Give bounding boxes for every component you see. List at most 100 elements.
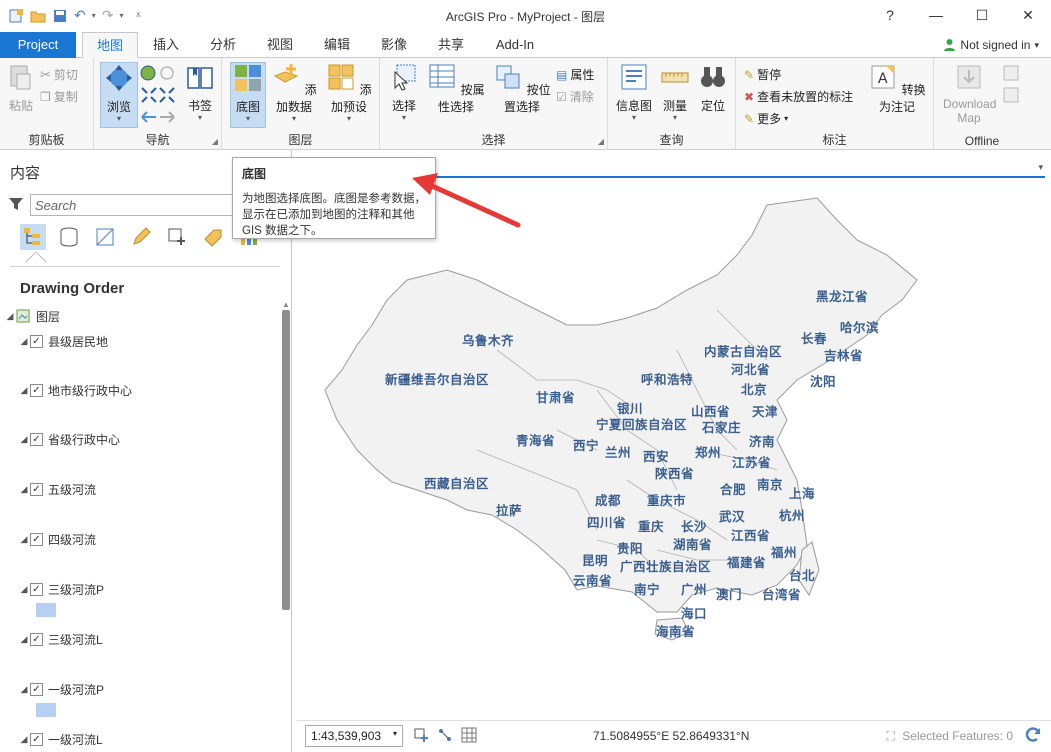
collapse-icon[interactable]: ◢ <box>18 336 30 347</box>
select-by-attributes-icon <box>429 64 455 88</box>
list-by-snapping-icon[interactable] <box>164 224 190 250</box>
tab-edit[interactable]: 编辑 <box>314 32 360 58</box>
sync-offline-icon[interactable] <box>1002 64 1020 82</box>
scroll-up-icon[interactable]: ▲ <box>282 300 290 309</box>
visibility-checkbox[interactable]: ✓ <box>30 732 43 746</box>
tab-imagery[interactable]: 影像 <box>371 32 417 58</box>
zoom-full-extent-icon[interactable] <box>140 64 176 82</box>
layer-row[interactable]: ◢ ✓ 县级居民地 <box>18 331 108 351</box>
remove-offline-icon[interactable] <box>1002 86 1020 104</box>
map-place-label: 沈阳 <box>810 375 837 389</box>
bookmarks-button[interactable]: 书签 ▾ <box>182 62 218 122</box>
layer-label: 省级行政中心 <box>48 432 121 447</box>
collapse-icon[interactable]: ◢ <box>18 385 30 396</box>
tab-share[interactable]: 共享 <box>428 32 474 58</box>
select-button[interactable]: 选择 ▾ <box>384 62 424 122</box>
measure-button[interactable]: 测量 ▾ <box>656 62 694 122</box>
minimize-button[interactable]: — <box>913 0 959 30</box>
paste-button[interactable]: 粘贴 <box>4 62 38 114</box>
map-place-label: 西藏自治区 <box>424 477 490 491</box>
snapping-icon[interactable] <box>413 727 429 743</box>
layer-row[interactable]: ◢ ✓ 地市级行政中心 <box>18 380 132 400</box>
selection-launcher-icon[interactable]: ◢ <box>598 137 604 146</box>
add-preset-button[interactable]: 添加预设 ▾ <box>322 62 376 123</box>
filter-icon[interactable] <box>8 196 24 212</box>
help-button[interactable]: ? <box>867 0 913 30</box>
clipboard-group: 粘贴 ✂ 剪切 ❐ 复制 剪贴板 <box>0 58 94 150</box>
collapse-icon[interactable]: ◢ <box>18 634 30 645</box>
list-by-data-source-icon[interactable] <box>56 224 82 250</box>
tab-view[interactable]: 视图 <box>257 32 303 58</box>
layer-label: 三级河流P <box>48 582 105 597</box>
visibility-checkbox[interactable]: ✓ <box>30 532 43 546</box>
map-node[interactable]: ◢ 图层 <box>4 306 60 326</box>
layer-row[interactable]: ◢ ✓ 五级河流 <box>18 479 96 499</box>
view-unplaced-button[interactable]: ✖ 查看未放置的标注 <box>744 88 853 105</box>
list-by-selection-icon[interactable] <box>92 224 118 250</box>
map-place-label: 昆明 <box>582 554 609 568</box>
previous-next-extent-icon[interactable] <box>140 108 176 126</box>
collapse-icon[interactable]: ◢ <box>18 434 30 445</box>
select-by-location-button[interactable]: 按位置选择 <box>490 62 554 115</box>
add-data-button[interactable]: 添加数据 ▾ <box>268 62 320 123</box>
maximize-button[interactable]: ☐ <box>959 0 1005 30</box>
navigate-launcher-icon[interactable]: ◢ <box>212 137 218 146</box>
layer-row[interactable]: ◢ ✓ 三级河流P <box>18 579 104 599</box>
layer-row[interactable]: ◢ ✓ 一级河流L <box>18 729 103 749</box>
collapse-icon[interactable]: ◢ <box>18 584 30 595</box>
polygon-symbol-swatch[interactable] <box>36 603 56 617</box>
collapse-icon[interactable]: ◢ <box>18 534 30 545</box>
visibility-checkbox[interactable]: ✓ <box>30 432 43 446</box>
tab-map[interactable]: 地图 <box>82 32 138 59</box>
select-by-attributes-button[interactable]: 按属性选择 <box>424 62 488 115</box>
visibility-checkbox[interactable]: ✓ <box>30 582 43 596</box>
list-by-drawing-order-icon[interactable] <box>20 224 46 250</box>
map-view-dropdown-icon[interactable]: ▾ <box>1038 162 1043 173</box>
layer-row[interactable]: ◢ ✓ 一级河流P <box>18 679 104 699</box>
fixed-zoom-icon[interactable] <box>140 86 176 104</box>
visibility-checkbox[interactable]: ✓ <box>30 682 43 696</box>
download-map-button[interactable]: Download Map <box>936 62 1002 125</box>
grid-icon[interactable] <box>461 727 477 743</box>
explore-button[interactable]: 浏览 ▾ <box>100 62 138 128</box>
map-place-label: 西宁 <box>573 439 600 453</box>
convert-to-annotation-button[interactable]: A 转换为注记 <box>864 62 930 115</box>
clear-button[interactable]: ☑ 清除 <box>556 88 594 105</box>
attributes-button[interactable]: ▤ 属性 <box>556 66 594 83</box>
layer-row[interactable]: ◢ ✓ 三级河流L <box>18 629 103 649</box>
list-by-labeling-icon[interactable] <box>200 224 226 250</box>
visibility-checkbox[interactable]: ✓ <box>30 632 43 646</box>
map-place-label: 武汉 <box>719 510 746 524</box>
close-button[interactable]: ✕ <box>1005 0 1051 30</box>
tab-insert[interactable]: 插入 <box>143 32 189 58</box>
visibility-checkbox[interactable]: ✓ <box>30 482 43 496</box>
layer-row[interactable]: ◢ ✓ 四级河流 <box>18 529 96 549</box>
layer-row[interactable]: ◢ ✓ 省级行政中心 <box>18 429 120 449</box>
basemap-button[interactable]: 底图 ▾ <box>230 62 266 128</box>
cut-button[interactable]: ✂ 剪切 <box>40 66 78 83</box>
tab-analysis[interactable]: 分析 <box>200 32 246 58</box>
copy-button[interactable]: ❐ 复制 <box>40 88 78 105</box>
visibility-checkbox[interactable]: ✓ <box>30 334 43 348</box>
selected-features-count[interactable]: ⛶ Selected Features: 0 <box>887 729 1013 744</box>
collapse-icon[interactable]: ◢ <box>18 734 30 745</box>
polygon-symbol-swatch[interactable] <box>36 703 56 717</box>
collapse-icon[interactable]: ◢ <box>18 484 30 495</box>
collapse-icon[interactable]: ◢ <box>18 684 30 695</box>
visibility-checkbox[interactable]: ✓ <box>30 383 43 397</box>
infographics-button[interactable]: 信息图 ▾ <box>614 62 654 122</box>
tab-project[interactable]: Project <box>0 32 76 58</box>
selection-group-label: 选择 <box>481 133 506 147</box>
list-by-editing-icon[interactable] <box>128 224 154 250</box>
refresh-icon[interactable] <box>1023 725 1043 745</box>
locate-button[interactable]: 定位 <box>694 62 732 114</box>
account-status[interactable]: Not signed in ▾ <box>943 38 1039 52</box>
tab-add-in[interactable]: Add-In <box>488 32 542 58</box>
scale-selector[interactable]: 1:43,539,903 ▾ <box>305 725 403 747</box>
collapse-icon[interactable]: ◢ <box>4 311 16 322</box>
more-labels-label: 更多 <box>757 112 782 126</box>
pause-labels-button[interactable]: ✎ 暂停 <box>744 66 781 83</box>
contents-scrollbar[interactable] <box>282 310 290 610</box>
constraints-icon[interactable] <box>437 727 453 743</box>
more-labels-button[interactable]: ✎ 更多 ▾ <box>744 110 788 127</box>
